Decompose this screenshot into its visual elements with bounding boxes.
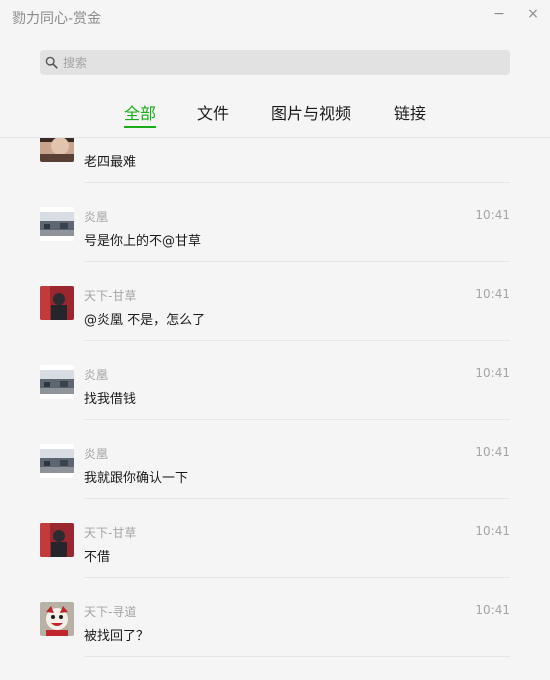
list-item[interactable]: 炎凰 10:41 找我借钱	[0, 341, 550, 420]
tab-files[interactable]: 文件	[197, 100, 229, 126]
minimize-button[interactable]: −	[487, 5, 511, 23]
search-input[interactable]	[63, 50, 503, 75]
sender-name: 炎凰	[84, 210, 109, 224]
list-item[interactable]: 天下-寻道 10:41 被找回了？	[0, 578, 550, 657]
landscape-avatar[interactable]	[40, 444, 74, 478]
sender-name: 天下-寻道	[84, 605, 137, 619]
divider	[84, 656, 510, 657]
message-text: 老四最难	[84, 155, 137, 170]
search-icon	[45, 56, 58, 69]
close-button[interactable]: ×	[521, 5, 545, 23]
message-time: 10:41	[475, 524, 510, 538]
sender-name: 天下-甘草	[84, 289, 137, 303]
list-item[interactable]: 炎凰 10:41 号是你上的不@甘草	[0, 183, 550, 262]
tab-bar: 全部 文件 图片与视频 链接	[0, 100, 550, 128]
window-title: 勠力同心-赏金	[12, 11, 102, 27]
clown-avatar[interactable]	[40, 602, 74, 636]
tab-images-videos[interactable]: 图片与视频	[271, 100, 351, 126]
message-text: 找我借钱	[84, 392, 137, 407]
search-box[interactable]	[40, 50, 510, 75]
list-item[interactable]: 天下-甘草 10:41 不借	[0, 499, 550, 578]
list-item[interactable]: 老四最难	[0, 138, 550, 183]
message-time: 10:41	[475, 445, 510, 459]
landscape-avatar[interactable]	[40, 365, 74, 399]
tab-links[interactable]: 链接	[394, 100, 426, 126]
landscape-avatar[interactable]	[40, 207, 74, 241]
sender-name: 天下-甘草	[84, 526, 137, 540]
red-portrait-avatar[interactable]	[40, 286, 74, 320]
message-text: @炎凰 不是，怎么了	[84, 313, 206, 328]
message-text: 被找回了？	[84, 629, 150, 644]
message-list[interactable]: 老四最难 炎凰 10:41 号是你上的不@甘草 天下-甘草 10:41 @炎凰 …	[0, 138, 550, 680]
red-portrait-avatar[interactable]	[40, 523, 74, 557]
message-time: 10:41	[475, 208, 510, 222]
message-time: 10:41	[475, 366, 510, 380]
message-text: 我就跟你确认一下	[84, 471, 189, 486]
message-time: 10:41	[475, 287, 510, 301]
message-text: 号是你上的不@甘草	[84, 234, 202, 249]
sender-name: 炎凰	[84, 368, 109, 382]
message-time: 10:41	[475, 603, 510, 617]
list-item[interactable]: 炎凰 10:41 我就跟你确认一下	[0, 420, 550, 499]
title-bar: 勠力同心-赏金 − ×	[0, 0, 550, 36]
message-text: 不借	[84, 550, 111, 565]
sender-name: 炎凰	[84, 447, 109, 461]
photo-avatar[interactable]	[40, 138, 74, 162]
list-item[interactable]: 天下-甘草 10:41 @炎凰 不是，怎么了	[0, 262, 550, 341]
tab-all[interactable]: 全部	[124, 100, 157, 128]
